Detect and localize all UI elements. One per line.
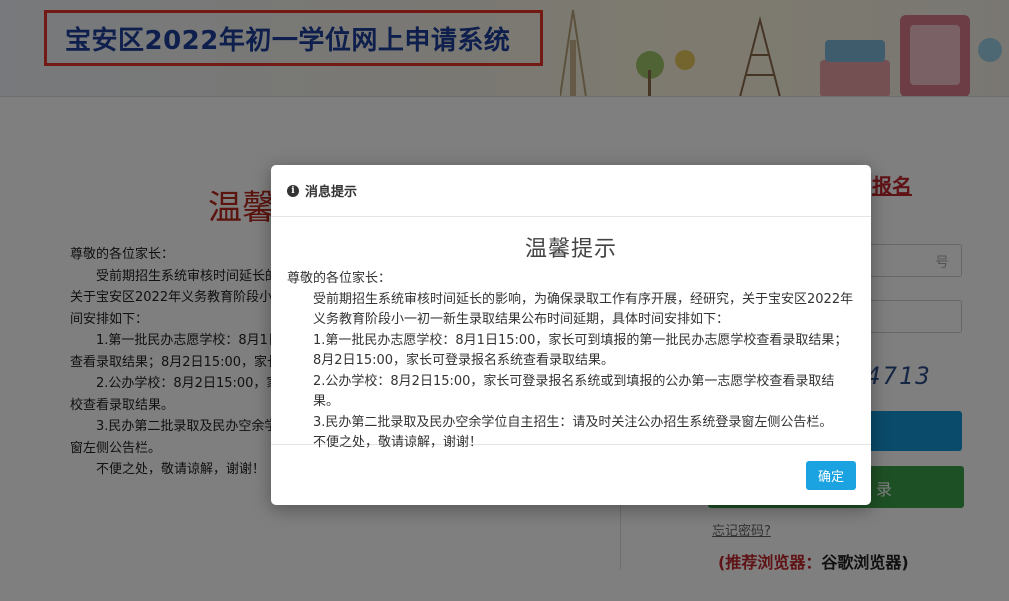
dialog-header: i 消息提示 [271, 165, 871, 217]
notice-content: 尊敬的各位家长： 受前期招生系统审核时间延长的影响，为确保录取工作有序开展，经研… [287, 269, 855, 454]
message-dialog: i 消息提示 温馨提示 尊敬的各位家长： 受前期招生系统审核时间延长的影响，为确… [271, 165, 871, 505]
notice-paragraph: 3.民办第二批录取及民办空余学位自主招生：请及时关注公办招生系统登录窗左侧公告栏… [313, 414, 833, 430]
dialog-title: 消息提示 [305, 185, 358, 200]
notice-paragraph: 1.第一批民办志愿学校：8月1日15:00，家长可到填报的第一批民办志愿学校查看… [313, 332, 848, 369]
notice-paragraph: 2.公办学校：8月2日15:00，家长可登录报名系统或到填报的公办第一志愿学校查… [313, 373, 835, 410]
notice-greeting: 尊敬的各位家长： [287, 271, 392, 286]
notice-title: 温馨提示 [524, 237, 617, 262]
info-icon: i [287, 184, 299, 197]
dialog-body: 温馨提示 尊敬的各位家长： 受前期招生系统审核时间延长的影响，为确保录取工作有序… [271, 217, 871, 450]
confirm-button[interactable]: 确定 [806, 461, 856, 490]
notice-paragraph: 受前期招生系统审核时间延长的影响，为确保录取工作有序开展，经研究，关于宝安区20… [313, 291, 854, 328]
dialog-footer: 确定 [271, 445, 871, 505]
